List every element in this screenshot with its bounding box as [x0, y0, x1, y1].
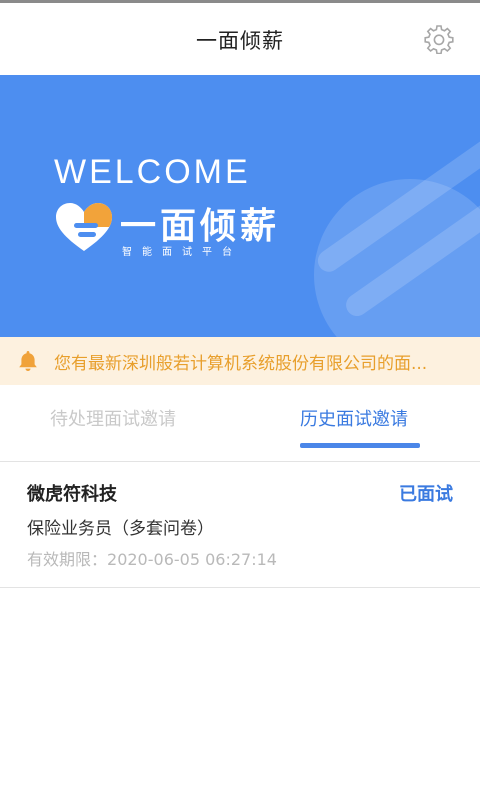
heart-logo-icon	[56, 203, 112, 251]
notice-bar[interactable]: 您有最新深圳般若计算机系统股份有限公司的面...	[0, 337, 480, 385]
list-item[interactable]: 微虎符科技 已面试 保险业务员（多套问卷） 有效期限：2020-06-05 06…	[0, 462, 480, 588]
tab-history-invitations[interactable]: 历史面试邀请	[300, 405, 408, 431]
invitation-tabs: 待处理面试邀请 历史面试邀请	[0, 385, 480, 462]
page-title: 一面倾薪	[196, 29, 284, 53]
welcome-banner: WELCOME 一面倾薪 智能面试平台	[0, 75, 480, 337]
brand-subtitle: 智能面试平台	[122, 247, 242, 258]
status-badge: 已面试	[399, 484, 453, 505]
welcome-text: WELCOME	[54, 153, 251, 191]
gear-icon[interactable]	[424, 24, 454, 54]
notice-text: 您有最新深圳般若计算机系统股份有限公司的面...	[54, 354, 428, 374]
tab-pending-invitations[interactable]: 待处理面试邀请	[50, 405, 176, 431]
app-header: 一面倾薪	[0, 3, 480, 75]
active-tab-indicator	[300, 443, 420, 448]
bell-icon	[19, 351, 37, 371]
brand-name: 一面倾薪	[120, 206, 281, 247]
validity-period: 有效期限：2020-06-05 06:27:14	[27, 546, 277, 570]
company-name: 微虎符科技	[27, 484, 117, 505]
position-title: 保险业务员（多套问卷）	[27, 519, 214, 539]
validity-value: 2020-06-05 06:27:14	[107, 550, 277, 569]
validity-label: 有效期限：	[27, 550, 108, 569]
